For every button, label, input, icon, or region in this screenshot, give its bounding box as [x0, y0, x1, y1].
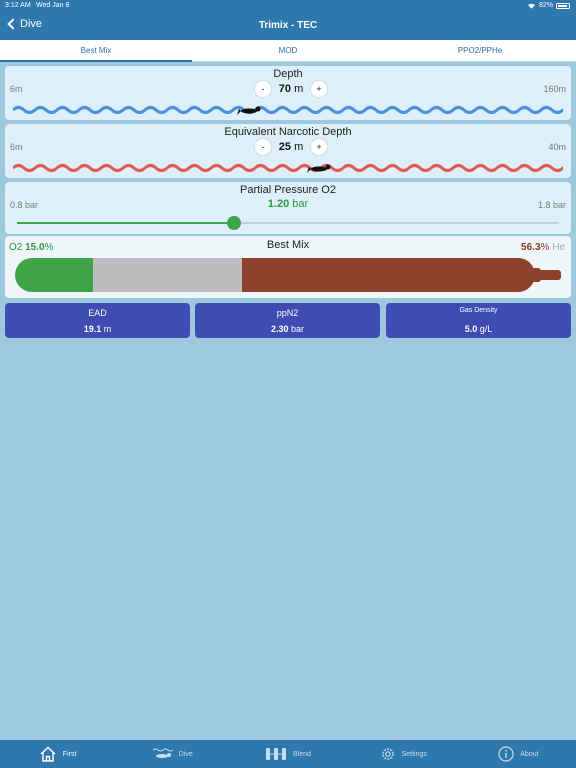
tab-mod[interactable]: MOD: [192, 40, 384, 61]
ead-value-display: 19.1 m: [5, 324, 190, 334]
blend-icon: [266, 748, 287, 760]
status-bar: 3:12 AM Wed Jan 8 82%: [0, 0, 576, 12]
best-mix-panel: Best Mix O2 15.0% 56.3% He: [5, 236, 571, 298]
home-icon: [40, 746, 56, 762]
ead-value: 19.1: [83, 324, 102, 334]
end-unit: m: [294, 141, 304, 153]
depth-increment-button[interactable]: +: [310, 81, 327, 97]
tab-ppo2-pphe[interactable]: PPO2/PPHe: [384, 40, 576, 61]
bottom-nav-settings-label: Settings: [401, 750, 427, 758]
end-increment-button[interactable]: +: [310, 139, 327, 155]
end-title: Equivalent Narcotic Depth: [224, 126, 352, 138]
ppo2-value: 1.20: [267, 198, 290, 210]
bottom-nav-about-label: About: [520, 750, 539, 758]
depth-min-label: 6m: [10, 84, 23, 94]
gas-density-value-display: 5.0 g/L: [386, 324, 571, 334]
bottom-nav-blend-label: Blend: [293, 750, 311, 758]
nav-bar: Dive Trimix - TEC: [0, 12, 576, 40]
he-value: 56.3: [521, 242, 541, 253]
ppo2-slider[interactable]: [17, 216, 559, 230]
depth-wave-slider[interactable]: [13, 102, 563, 118]
o2-value: 15.0: [25, 242, 45, 253]
end-decrement-button[interactable]: -: [255, 139, 271, 155]
page-title: Trimix - TEC: [258, 20, 318, 31]
ppo2-panel: Partial Pressure O2 0.8 bar 1.8 bar 1.20…: [5, 182, 571, 234]
gas-density-label: Gas Density: [459, 307, 498, 314]
end-panel: Equivalent Narcotic Depth 6m 40m - 25 m …: [5, 124, 571, 178]
o2-name: O2: [9, 242, 23, 253]
diver-icon: [152, 748, 173, 758]
battery-percent: 82%: [538, 2, 553, 9]
depth-max-label: 160m: [543, 84, 566, 94]
o2-unit: %: [44, 242, 54, 253]
status-date: Wed Jan 8: [36, 2, 70, 9]
tank-valve-icon: [539, 270, 561, 280]
wifi-icon: [527, 3, 535, 9]
he-name: He: [552, 242, 565, 253]
depth-stepper: - 70 m +: [255, 81, 327, 97]
depth-value: 70: [278, 83, 291, 95]
bottom-nav-dive-label: Dive: [178, 750, 193, 758]
depth-unit: m: [294, 83, 304, 95]
gas-density-unit: g/L: [479, 324, 493, 334]
he-unit: %: [540, 242, 550, 253]
end-stepper: - 25 m +: [255, 139, 327, 155]
status-time: 3:12 AM: [5, 2, 31, 9]
ppo2-title: Partial Pressure O2: [240, 184, 336, 196]
ppn2-value: 2.30: [270, 324, 289, 334]
end-wave-line: [13, 164, 563, 172]
ppo2-value-display: 1.20 bar: [5, 198, 571, 210]
info-icon: [498, 746, 514, 762]
gear-icon: [381, 748, 394, 760]
bottom-nav-about[interactable]: About: [461, 740, 576, 768]
tank-segment-he: [242, 258, 535, 292]
gas-density-value: 5.0: [464, 324, 478, 334]
o2-percent-label: O2 15.0%: [9, 242, 54, 253]
ppo2-slider-fill: [17, 222, 234, 224]
depth-value-display: 70 m: [279, 83, 303, 95]
bottom-nav: First Dive Blend Settings About: [0, 740, 576, 768]
depth-panel: Depth 6m 160m - 70 m +: [5, 66, 571, 120]
ead-label: EAD: [88, 308, 107, 318]
diver-icon[interactable]: [307, 164, 331, 174]
ppn2-value-display: 2.30 bar: [195, 324, 380, 334]
battery-icon: [556, 2, 570, 9]
bottom-nav-blend[interactable]: Blend: [230, 740, 345, 768]
ppo2-slider-thumb[interactable]: [226, 216, 241, 230]
he-percent-label: 56.3% He: [521, 242, 565, 253]
ppn2-label: ppN2: [276, 308, 299, 318]
tank-segment-o2: [15, 258, 93, 292]
tab-best-mix[interactable]: Best Mix: [0, 40, 192, 62]
bottom-nav-dive[interactable]: Dive: [115, 740, 230, 768]
depth-decrement-button[interactable]: -: [255, 81, 271, 97]
segment-tabs: Best Mix MOD PPO2/PPHe: [0, 40, 576, 62]
depth-title: Depth: [273, 68, 303, 80]
end-wave-slider[interactable]: [13, 160, 563, 176]
ppn2-card[interactable]: ppN2 2.30 bar: [195, 303, 380, 338]
ppo2-unit: bar: [292, 198, 309, 210]
end-value: 25: [278, 141, 291, 153]
ppn2-unit: bar: [291, 324, 305, 334]
gas-density-card[interactable]: Gas Density 5.0 g/L: [386, 303, 571, 338]
bottom-nav-settings[interactable]: Settings: [346, 740, 461, 768]
bottom-nav-first[interactable]: First: [0, 740, 115, 768]
end-min-label: 6m: [10, 142, 23, 152]
tank-segment-n2: [93, 258, 243, 292]
ead-unit: m: [103, 324, 112, 334]
depth-wave-line: [13, 106, 563, 114]
status-right: 82%: [527, 2, 570, 9]
end-max-label: 40m: [548, 142, 566, 152]
end-value-display: 25 m: [279, 141, 303, 153]
ead-card[interactable]: EAD 19.1 m: [5, 303, 190, 338]
best-mix-title: Best Mix: [266, 239, 310, 251]
bottom-nav-first-label: First: [62, 750, 77, 758]
gas-tank-bar: [15, 258, 535, 292]
